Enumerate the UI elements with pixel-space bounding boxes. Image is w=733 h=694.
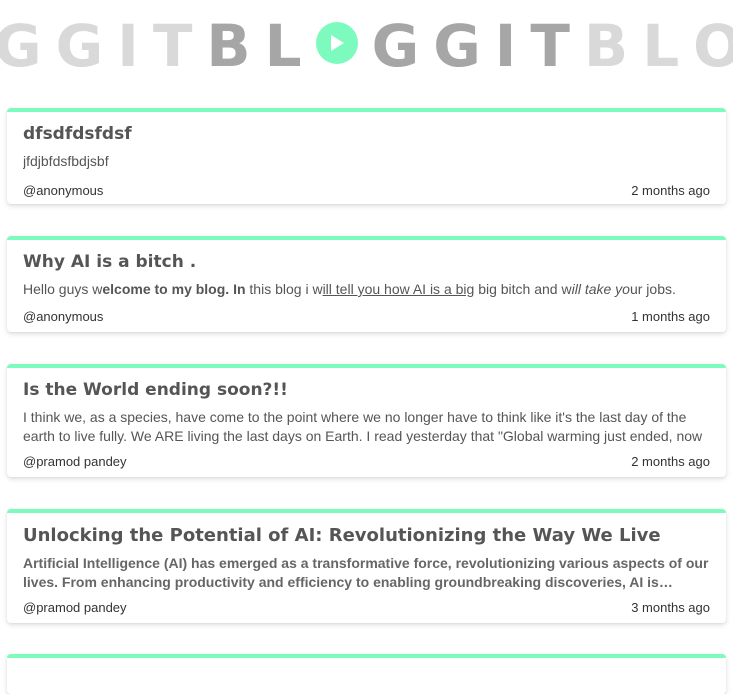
site-banner: G G I T B L G G I T B L O G <box>0 0 733 92</box>
banner-letter: T <box>152 12 207 80</box>
post-timestamp: 2 months ago <box>631 454 710 469</box>
banner-letter: I <box>117 12 153 80</box>
banner-letter: G <box>371 12 434 80</box>
excerpt-segment: big bitch and w <box>474 281 572 297</box>
banner-letter: T <box>530 12 584 80</box>
post-card[interactable]: dfsdfdsfdsf jfdjbfdsfbdjsbf @anonymous 2… <box>7 108 726 204</box>
post-card[interactable]: Unlocking the Potential of AI: Revolutio… <box>7 509 726 623</box>
banner-letter: B <box>206 12 265 80</box>
banner-letter: B <box>583 12 643 80</box>
post-author[interactable]: @anonymous <box>23 309 103 324</box>
post-timestamp: 2 months ago <box>631 183 710 198</box>
post-footer: @pramod pandey 2 months ago <box>23 454 710 469</box>
excerpt-segment-bold: elcome to my blog. In <box>102 281 246 297</box>
post-excerpt: Artificial Intelligence (AI) has emerged… <box>23 555 709 590</box>
post-excerpt: Hello guys welcome to my blog. In this b… <box>23 280 710 299</box>
excerpt-segment-underline: ill tell you how AI is a big <box>322 281 475 297</box>
post-title[interactable]: Why AI is a bitch . <box>23 252 710 272</box>
post-card[interactable]: Why AI is a bitch . Hello guys welcome t… <box>7 236 726 332</box>
post-excerpt: jfdjbfdsfbdjsbf <box>23 153 109 169</box>
banner-letter: I <box>494 12 531 80</box>
post-author[interactable]: @pramod pandey <box>23 600 127 615</box>
excerpt-segment: this blog i w <box>245 281 323 297</box>
banner-letter: L <box>642 12 694 80</box>
post-title[interactable]: dfsdfdsfdsf <box>23 124 710 144</box>
post-card[interactable] <box>7 654 726 694</box>
post-footer: @pramod pandey 3 months ago <box>23 600 710 615</box>
banner-letter: G <box>0 12 56 80</box>
banner-letter: G <box>55 12 118 80</box>
post-footer: @anonymous 2 months ago <box>23 183 710 198</box>
post-footer: @anonymous 1 months ago <box>23 309 710 324</box>
post-title[interactable]: Is the World ending soon?!! <box>23 380 710 400</box>
post-timestamp: 1 months ago <box>631 309 710 324</box>
post-timestamp: 3 months ago <box>631 600 710 615</box>
post-author[interactable]: @pramod pandey <box>23 454 127 469</box>
banner-letter: G <box>433 12 495 80</box>
post-title[interactable]: Unlocking the Potential of AI: Revolutio… <box>23 525 710 546</box>
post-author[interactable]: @anonymous <box>23 183 103 198</box>
banner-wordmark: G G I T B L G G I T B L O G <box>0 17 733 75</box>
excerpt-segment-italic: ill take yo <box>571 281 630 297</box>
post-excerpt: I think we, as a species, have come to t… <box>23 409 703 444</box>
banner-letter: L <box>264 12 316 80</box>
excerpt-segment: Hello guys w <box>23 281 103 297</box>
banner-letter: O <box>693 12 733 80</box>
post-card[interactable]: Is the World ending soon?!! I think we, … <box>7 364 726 477</box>
play-logo-icon[interactable] <box>315 22 358 64</box>
excerpt-segment: ur jobs. <box>629 281 676 297</box>
